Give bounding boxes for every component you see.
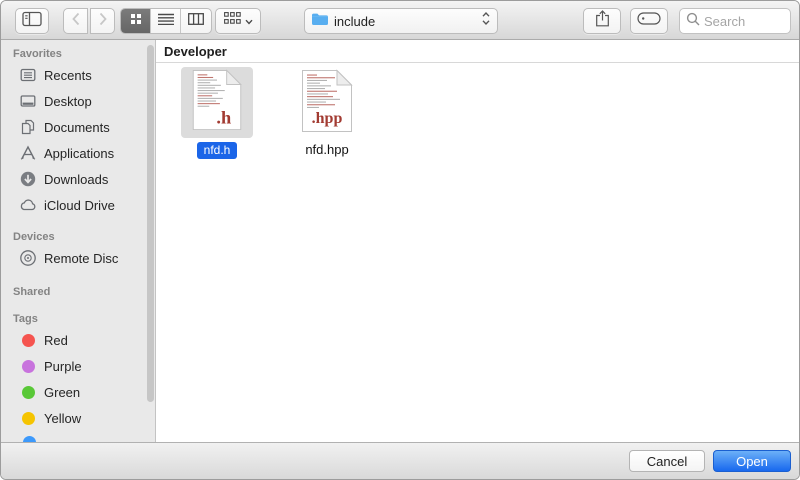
path-selector[interactable]: include bbox=[304, 8, 498, 34]
finder-open-dialog: include Favorites bbox=[0, 0, 800, 480]
sidebar-item-remote-disc[interactable]: Remote Disc bbox=[1, 245, 155, 271]
toolbar: include bbox=[1, 1, 799, 40]
sidebar-section-devices: Devices bbox=[1, 230, 155, 245]
list-view-icon bbox=[158, 12, 174, 30]
forward-button[interactable] bbox=[90, 8, 115, 34]
disc-icon bbox=[19, 249, 37, 267]
sidebar-section-shared: Shared bbox=[1, 285, 155, 300]
sidebar-item-tag-purple[interactable]: Purple bbox=[1, 353, 155, 379]
sidebar-item-label: Yellow bbox=[44, 411, 81, 426]
arrange-button[interactable] bbox=[215, 8, 261, 34]
header-file-icon: .h bbox=[191, 69, 243, 136]
documents-icon bbox=[19, 118, 37, 136]
up-down-chevrons-icon bbox=[481, 11, 491, 31]
sidebar-item-label: Documents bbox=[44, 120, 110, 135]
sidebar-section-tags: Tags bbox=[1, 312, 155, 327]
sidebar-section-favorites: Favorites bbox=[1, 47, 155, 62]
sidebar-toggle-icon bbox=[22, 11, 42, 32]
tags-button[interactable] bbox=[630, 8, 668, 34]
file-nfd-hpp[interactable]: .hpp nfd.hpp bbox=[296, 69, 358, 157]
file-name-selected: nfd.h bbox=[197, 142, 238, 159]
tag-dot-green bbox=[22, 386, 35, 399]
sidebar-item-documents[interactable]: Documents bbox=[1, 114, 155, 140]
sidebar-item-applications[interactable]: Applications bbox=[1, 140, 155, 166]
folder-icon bbox=[311, 12, 329, 31]
sidebar-item-label: Purple bbox=[44, 359, 82, 374]
back-button[interactable] bbox=[63, 8, 88, 34]
file-name: nfd.hpp bbox=[305, 142, 348, 157]
chevron-left-icon bbox=[71, 12, 81, 31]
dialog-footer: Cancel Open bbox=[1, 442, 799, 479]
sidebar-item-label: Downloads bbox=[44, 172, 108, 187]
header-file-icon: .hpp bbox=[300, 69, 354, 138]
sidebar-scrollbar[interactable] bbox=[147, 45, 154, 402]
sidebar-item-tag-green[interactable]: Green bbox=[1, 379, 155, 405]
sidebar-item-label: Red bbox=[44, 333, 68, 348]
file-extension-label: .hpp bbox=[312, 110, 343, 127]
tag-dot-red bbox=[22, 334, 35, 347]
chevron-down-icon bbox=[245, 12, 253, 30]
dialog-body: Favorites Recents Desktop Documents bbox=[1, 40, 799, 442]
nav-buttons bbox=[63, 8, 115, 34]
sidebar-item-tag-yellow[interactable]: Yellow bbox=[1, 405, 155, 431]
list-view-button[interactable] bbox=[151, 9, 181, 33]
recents-icon bbox=[19, 66, 37, 84]
sidebar-item-label: Applications bbox=[44, 146, 114, 161]
open-button[interactable]: Open bbox=[713, 450, 791, 472]
arrange-group-icon bbox=[224, 12, 241, 30]
tag-dot-yellow bbox=[22, 412, 35, 425]
share-button[interactable] bbox=[583, 8, 621, 34]
sidebar-item-downloads[interactable]: Downloads bbox=[1, 166, 155, 192]
sidebar-item-tag-red[interactable]: Red bbox=[1, 327, 155, 353]
grid-view-icon bbox=[130, 12, 142, 30]
cancel-button[interactable]: Cancel bbox=[629, 450, 705, 472]
sidebar-item-desktop[interactable]: Desktop bbox=[1, 88, 155, 114]
path-selector-value: include bbox=[334, 14, 481, 29]
file-extension-label: .h bbox=[216, 107, 231, 127]
grid-view-button[interactable] bbox=[121, 9, 151, 33]
sidebar-item-recents[interactable]: Recents bbox=[1, 62, 155, 88]
file-browser: Developer bbox=[156, 40, 799, 442]
search-input[interactable] bbox=[704, 14, 774, 29]
tag-icon bbox=[637, 12, 661, 30]
sidebar-toggle-button[interactable] bbox=[15, 8, 49, 34]
sidebar-item-icloud-drive[interactable]: iCloud Drive bbox=[1, 192, 155, 218]
sidebar-item-label: Green bbox=[44, 385, 80, 400]
sidebar-item-label: Recents bbox=[44, 68, 92, 83]
sidebar-item-label: iCloud Drive bbox=[44, 198, 115, 213]
chevron-right-icon bbox=[98, 12, 108, 31]
downloads-icon bbox=[19, 170, 37, 188]
share-icon bbox=[595, 10, 610, 32]
sidebar-item-label: Remote Disc bbox=[44, 251, 118, 266]
desktop-icon bbox=[19, 92, 37, 110]
files-grid: .h nfd.h bbox=[156, 63, 799, 442]
search-icon bbox=[686, 12, 700, 31]
applications-icon bbox=[19, 144, 37, 162]
search-field[interactable] bbox=[679, 8, 791, 34]
file-icon-wrap: .hpp bbox=[296, 69, 358, 137]
group-header: Developer bbox=[156, 40, 799, 63]
file-nfd-h[interactable]: .h nfd.h bbox=[181, 67, 253, 159]
icloud-icon bbox=[19, 196, 37, 214]
tag-dot-purple bbox=[22, 360, 35, 373]
sidebar-item-label: Desktop bbox=[44, 94, 92, 109]
columns-view-icon bbox=[188, 12, 204, 30]
sidebar: Favorites Recents Desktop Documents bbox=[1, 40, 156, 442]
view-mode-control bbox=[120, 8, 212, 34]
columns-view-button[interactable] bbox=[181, 9, 211, 33]
file-selection-highlight: .h bbox=[181, 67, 253, 138]
